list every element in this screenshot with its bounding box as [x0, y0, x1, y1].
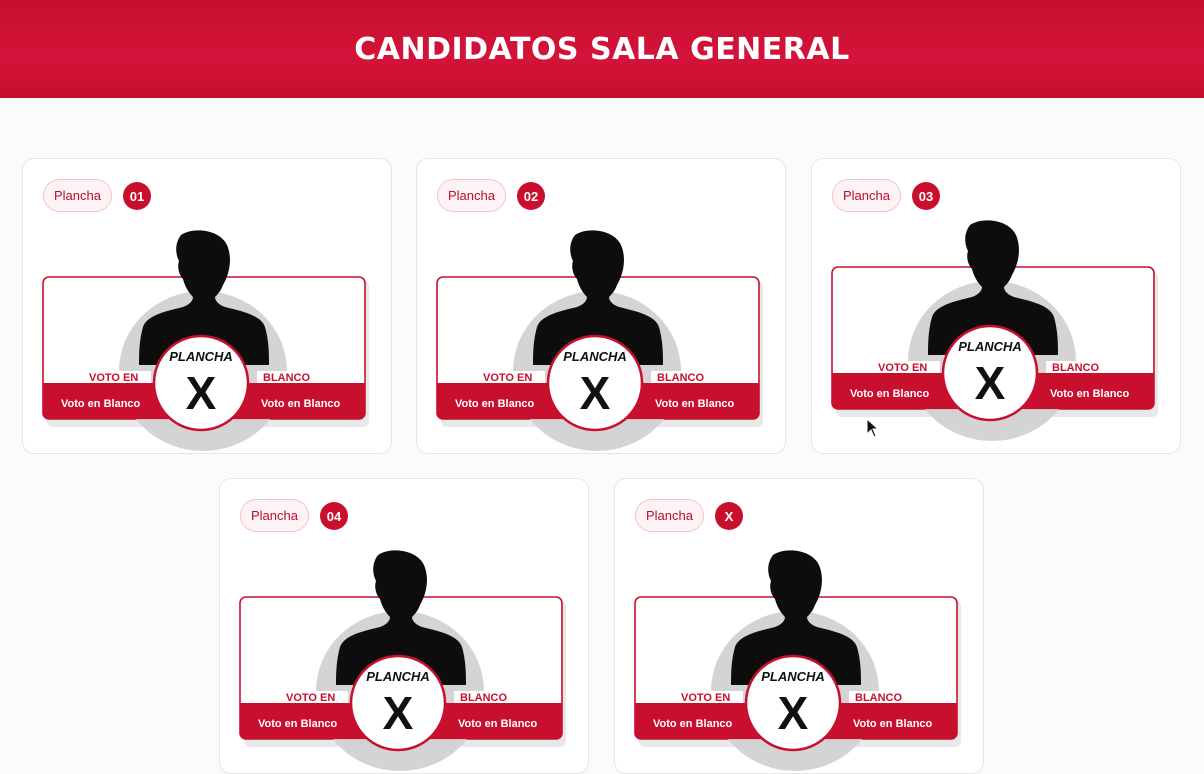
voto-en-blanco-left: Voto en Blanco: [455, 398, 535, 410]
voto-en-label: VOTO EN: [89, 372, 138, 384]
x-mark-icon: X: [778, 687, 809, 739]
candidate-photo: VOTO EN BLANCO Voto en Blanco Voto en Bl…: [634, 550, 961, 771]
page-header: CANDIDATOS SALA GENERAL: [0, 0, 1204, 98]
candidate-card[interactable]: Plancha X VOTO EN BLANCO Voto en Blanco …: [614, 478, 984, 774]
candidate-image[interactable]: VOTO EN BLANCO Voto en Blanco Voto en Bl…: [239, 550, 566, 771]
plancha-number: X: [715, 502, 743, 530]
blanco-label: BLANCO: [460, 692, 507, 704]
plancha-number: 04: [320, 502, 348, 530]
candidate-photo: VOTO EN BLANCO Voto en Blanco Voto en Bl…: [436, 230, 763, 451]
plancha-number: 01: [123, 182, 151, 210]
mouse-pointer-icon: [866, 418, 880, 438]
candidate-image[interactable]: VOTO EN BLANCO Voto en Blanco Voto en Bl…: [831, 220, 1158, 441]
plancha-seal-label: PLANCHA: [958, 339, 1022, 354]
candidate-card[interactable]: Plancha 03 VOTO EN BLANCO Voto en Blanco…: [811, 158, 1181, 454]
candidate-image[interactable]: VOTO EN BLANCO Voto en Blanco Voto en Bl…: [42, 230, 369, 451]
voto-en-blanco-left: Voto en Blanco: [61, 398, 141, 410]
voto-en-label: VOTO EN: [681, 692, 730, 704]
plancha-badge: Plancha: [437, 179, 506, 212]
candidate-card[interactable]: Plancha 02 VOTO EN BLANCO Voto en Blanco…: [416, 158, 786, 454]
plancha-seal-label: PLANCHA: [169, 349, 233, 364]
x-mark-icon: X: [580, 367, 611, 419]
blanco-label: BLANCO: [657, 372, 704, 384]
voto-en-blanco-right: Voto en Blanco: [458, 718, 538, 730]
plancha-number: 02: [517, 182, 545, 210]
plancha-number: 03: [912, 182, 940, 210]
voto-en-blanco-left: Voto en Blanco: [258, 718, 338, 730]
page-title: CANDIDATOS SALA GENERAL: [354, 31, 850, 67]
voto-en-blanco-left: Voto en Blanco: [653, 718, 733, 730]
blanco-label: BLANCO: [855, 692, 902, 704]
voto-en-label: VOTO EN: [878, 362, 927, 374]
candidate-photo: VOTO EN BLANCO Voto en Blanco Voto en Bl…: [42, 230, 369, 451]
plancha-seal-label: PLANCHA: [563, 349, 627, 364]
plancha-badge: Plancha: [43, 179, 112, 212]
voto-en-blanco-right: Voto en Blanco: [1050, 388, 1130, 400]
x-mark-icon: X: [383, 687, 414, 739]
candidate-photo: VOTO EN BLANCO Voto en Blanco Voto en Bl…: [831, 220, 1158, 441]
candidate-photo: VOTO EN BLANCO Voto en Blanco Voto en Bl…: [239, 550, 566, 771]
plancha-badge: Plancha: [240, 499, 309, 532]
voto-en-blanco-left: Voto en Blanco: [850, 388, 930, 400]
blanco-label: BLANCO: [263, 372, 310, 384]
voto-en-label: VOTO EN: [286, 692, 335, 704]
plancha-badge: Plancha: [635, 499, 704, 532]
candidate-card[interactable]: Plancha 01 VOTO EN BLANCO Voto en Blanco…: [22, 158, 392, 454]
candidate-card[interactable]: Plancha 04 VOTO EN BLANCO Voto en Blanco…: [219, 478, 589, 774]
plancha-badge: Plancha: [832, 179, 901, 212]
voto-en-blanco-right: Voto en Blanco: [261, 398, 341, 410]
x-mark-icon: X: [186, 367, 217, 419]
plancha-seal-label: PLANCHA: [761, 669, 825, 684]
candidate-image[interactable]: VOTO EN BLANCO Voto en Blanco Voto en Bl…: [436, 230, 763, 451]
voto-en-blanco-right: Voto en Blanco: [655, 398, 735, 410]
voto-en-label: VOTO EN: [483, 372, 532, 384]
candidate-image[interactable]: VOTO EN BLANCO Voto en Blanco Voto en Bl…: [634, 550, 961, 771]
plancha-seal-label: PLANCHA: [366, 669, 430, 684]
blanco-label: BLANCO: [1052, 362, 1099, 374]
x-mark-icon: X: [975, 357, 1006, 409]
voto-en-blanco-right: Voto en Blanco: [853, 718, 933, 730]
